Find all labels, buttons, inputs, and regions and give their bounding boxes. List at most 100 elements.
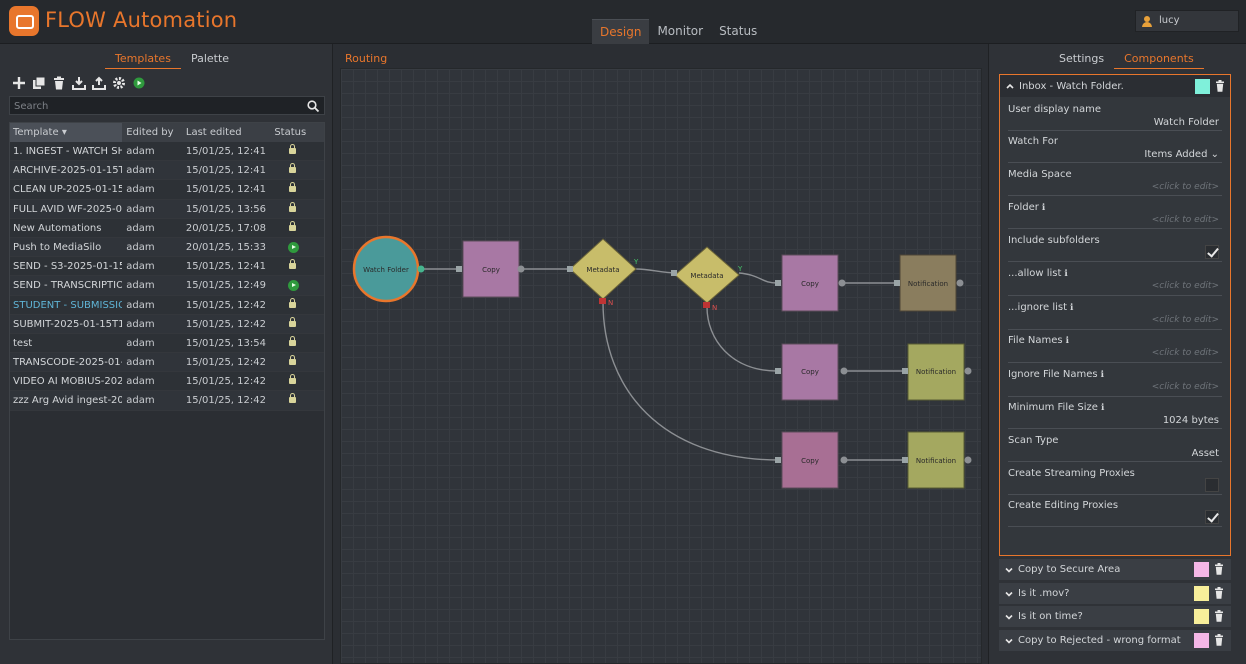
color-swatch[interactable] [1194,609,1209,624]
search-input[interactable] [14,98,304,114]
field-value[interactable]: <click to edit> [1152,182,1219,192]
search-icon[interactable] [306,99,320,113]
tab-templates[interactable]: Templates [105,50,181,69]
table-row[interactable]: SUBMIT-2025-01-15T1 adam 15/01/25, 12:42 [10,314,324,334]
node-copy[interactable]: Copy [781,431,839,489]
port-in[interactable] [456,266,462,272]
color-swatch[interactable] [1194,562,1209,577]
table-row[interactable]: VIDEO AI MOBIUS-202 adam 15/01/25, 12:42 [10,372,324,392]
node-watch-folder[interactable]: Watch Folder [352,235,420,303]
checkbox[interactable] [1205,245,1219,259]
table-row[interactable]: New Automations adam 20/01/25, 17:08 [10,218,324,238]
column-template[interactable]: Template ▾ [10,123,123,142]
chevron-down-icon[interactable] [1004,565,1014,575]
port-in[interactable] [775,280,781,286]
port-out[interactable] [840,456,848,464]
field-value[interactable]: <click to edit> [1152,215,1219,225]
component-item[interactable]: Is it on time? [999,606,1231,627]
port-in[interactable] [775,457,781,463]
port-out[interactable] [964,456,972,464]
port-in[interactable] [775,368,781,374]
port-no[interactable] [599,298,606,304]
field-value[interactable]: 1024 bytes [1163,415,1219,426]
delete-icon[interactable] [52,76,66,90]
port-out[interactable] [956,279,964,287]
chevron-down-icon[interactable] [1004,612,1014,622]
component-item[interactable]: Is it .mov? [999,583,1231,604]
table-row[interactable]: CLEAN UP-2025-01-15T adam 15/01/25, 12:41 [10,180,324,200]
tab-settings[interactable]: Settings [1049,50,1114,69]
field-value[interactable]: <click to edit> [1152,382,1219,392]
port-out[interactable] [840,367,848,375]
add-icon[interactable] [12,76,26,90]
component-item[interactable]: Copy to Secure Area [999,559,1231,580]
column-edited-by[interactable]: Edited by [122,123,182,142]
port-in[interactable] [567,266,573,272]
tab-components[interactable]: Components [1114,50,1204,69]
table-row[interactable]: ARCHIVE-2025-01-15T1 adam 15/01/25, 12:41 [10,161,324,181]
node-metadata[interactable]: Metadata [569,238,637,300]
column-status[interactable]: Status [270,123,324,142]
info-icon[interactable]: ℹ [1098,370,1103,380]
node-notification[interactable]: Notification [907,431,965,489]
node-metadata[interactable]: Metadata [674,246,740,304]
node-copy[interactable]: Copy [781,343,839,401]
table-row[interactable]: SEND - S3-2025-01-151 adam 15/01/25, 12:41 [10,257,324,277]
tab-monitor[interactable]: Monitor [649,19,711,44]
trash-icon[interactable] [1214,587,1224,599]
field-value[interactable]: <click to edit> [1152,281,1219,291]
table-row[interactable]: zzz Arg Avid ingest-202 adam 15/01/25, 12:… [10,391,324,411]
table-row[interactable]: SEND - TRANSCRIPTIO adam 15/01/25, 12:49 [10,276,324,296]
table-row[interactable]: FULL AVID WF-2025-01 adam 15/01/25, 13:56 [10,199,324,219]
trash-icon[interactable] [1215,80,1225,92]
port-out[interactable] [517,265,525,273]
color-swatch[interactable] [1195,79,1210,94]
port-no[interactable] [703,302,710,308]
table-row[interactable]: STUDENT - SUBMISSIO adam 15/01/25, 12:42 [10,295,324,315]
port-in[interactable] [894,280,900,286]
info-icon[interactable]: ℹ [1063,336,1068,346]
field-value[interactable]: <click to edit> [1152,315,1219,325]
node-notification[interactable]: Notification [899,254,957,312]
chevron-down-icon[interactable] [1004,589,1014,599]
info-icon[interactable]: ℹ [1067,303,1073,313]
user-menu[interactable]: lucy [1135,10,1239,32]
color-swatch[interactable] [1194,586,1209,601]
duplicate-icon[interactable] [32,76,46,90]
chevron-down-icon[interactable] [1004,636,1014,646]
info-icon[interactable]: ℹ [1039,203,1045,213]
node-notification[interactable]: Notification [907,343,965,401]
trash-icon[interactable] [1214,563,1224,575]
table-row[interactable]: 1. INGEST - WATCH SH adam 15/01/25, 12:41 [10,142,324,162]
table-row[interactable]: Push to MediaSilo adam 20/01/25, 15:33 [10,237,324,258]
port-out[interactable] [838,279,846,287]
chevron-up-icon[interactable] [1005,81,1015,91]
run-icon[interactable] [132,76,146,90]
trash-icon[interactable] [1214,634,1224,646]
field-value[interactable]: <click to edit> [1152,348,1219,358]
port-in[interactable] [902,368,908,374]
tab-status[interactable]: Status [711,19,765,44]
routing-canvas[interactable]: Watch Folder Copy Metadata Y N Metadata [340,68,982,664]
node-copy[interactable]: Copy [462,240,520,298]
port-in[interactable] [671,270,677,276]
node-copy[interactable]: Copy [781,254,839,312]
upload-icon[interactable] [92,76,106,90]
table-row[interactable]: TRANSCODE-2025-01-1 adam 15/01/25, 12:42 [10,353,324,373]
port-in[interactable] [902,457,908,463]
trash-icon[interactable] [1214,610,1224,622]
download-icon[interactable] [72,76,86,90]
tab-design[interactable]: Design [592,19,650,44]
field-select[interactable]: Items Added ⌄ [1144,149,1219,160]
column-last-edited[interactable]: Last edited [182,123,270,142]
component-item[interactable]: Copy to Rejected - wrong format [999,630,1231,651]
info-icon[interactable]: ℹ [1098,403,1104,413]
port-out[interactable] [964,367,972,375]
port-out[interactable] [417,265,425,273]
table-row[interactable]: test adam 15/01/25, 13:54 [10,333,324,354]
field-value[interactable]: Watch Folder [1154,117,1219,128]
color-swatch[interactable] [1194,633,1209,648]
field-value[interactable]: Asset [1192,448,1219,459]
checkbox[interactable] [1205,478,1219,492]
settings-icon[interactable] [112,76,126,90]
